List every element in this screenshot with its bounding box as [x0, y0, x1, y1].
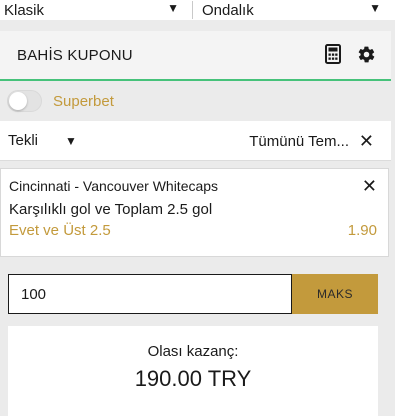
- selectors-row: Klasik ▼ Ondalık ▼: [0, 0, 395, 20]
- pick-name: Evet ve Üst 2.5: [9, 222, 111, 239]
- calculator-icon[interactable]: [325, 44, 341, 68]
- superbet-label: Superbet: [53, 92, 114, 110]
- bet-type-value[interactable]: Tekli: [8, 132, 38, 149]
- gear-icon[interactable]: [357, 45, 376, 68]
- coupon-header: BAHİS KUPONU: [0, 31, 391, 81]
- toggle-knob: [9, 92, 27, 110]
- coupon-tools: [325, 44, 376, 68]
- bet-slip: Klasik ▼ Ondalık ▼ BAHİS KUPONU Superbet…: [0, 0, 395, 416]
- match-name: Cincinnati - Vancouver Whitecaps: [9, 178, 219, 194]
- odds-format-value: Ondalık: [202, 1, 254, 19]
- bet-type-row: Tekli ▼ Tümünü Tem... ✕: [0, 121, 391, 161]
- superbet-row: Superbet: [0, 84, 391, 118]
- max-stake-button[interactable]: MAKS: [292, 274, 378, 314]
- remove-selection-icon[interactable]: ✕: [362, 176, 377, 197]
- superbet-toggle[interactable]: [7, 90, 42, 112]
- caret-down-icon[interactable]: ▼: [65, 134, 77, 148]
- potential-winnings: Olası kazanç: 190.00 TRY: [8, 326, 378, 416]
- coupon-title: BAHİS KUPONU: [17, 46, 133, 64]
- stake-value: 100: [21, 285, 47, 303]
- close-icon[interactable]: ✕: [359, 131, 374, 152]
- pick-odds: 1.90: [347, 222, 377, 239]
- market-name: Karşılıklı gol ve Toplam 2.5 gol: [9, 201, 213, 218]
- caret-down-icon: ▼: [167, 1, 179, 15]
- clear-all-button[interactable]: Tümünü Tem...: [249, 133, 349, 150]
- odds-format-select[interactable]: Ondalık ▼: [193, 0, 395, 20]
- winnings-label: Olası kazanç:: [147, 343, 239, 360]
- stake-input[interactable]: 100: [8, 274, 292, 314]
- selection-card: Cincinnati - Vancouver Whitecaps ✕ Karşı…: [0, 168, 389, 257]
- winnings-amount: 190.00 TRY: [134, 366, 252, 391]
- caret-down-icon: ▼: [369, 1, 381, 15]
- pick-row: Evet ve Üst 2.5 1.90: [9, 222, 388, 239]
- type-select[interactable]: Klasik ▼: [0, 0, 192, 20]
- type-select-value: Klasik: [4, 1, 45, 19]
